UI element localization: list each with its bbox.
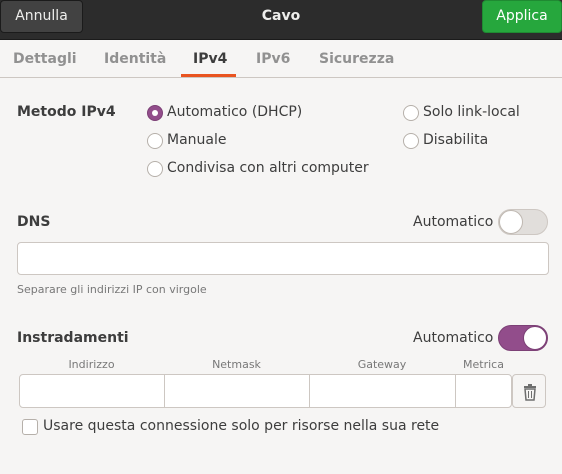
only-local-checkbox[interactable]	[22, 419, 38, 435]
dns-input[interactable]	[17, 242, 549, 275]
column-header-netmask: Netmask	[212, 358, 261, 371]
radio-link-local[interactable]	[403, 105, 419, 121]
active-tab-indicator	[181, 74, 236, 77]
radio-shared[interactable]	[147, 161, 163, 177]
route-metric-input[interactable]	[455, 374, 512, 408]
dns-label: DNS	[17, 214, 51, 230]
radio-manual-label[interactable]: Manuale	[167, 132, 227, 148]
delete-route-button[interactable]	[512, 374, 546, 408]
radio-disable[interactable]	[403, 133, 419, 149]
dns-auto-switch[interactable]	[498, 209, 548, 235]
ipv4-method-label: Metodo IPv4	[17, 104, 116, 120]
dialog-title: Cavo	[261, 8, 301, 24]
radio-automatic-dhcp-label[interactable]: Automatico (DHCP)	[167, 104, 302, 120]
dns-hint: Separare gli indirizzi IP con virgole	[17, 283, 207, 296]
route-gateway-input[interactable]	[309, 374, 456, 408]
routes-label: Instradamenti	[17, 330, 129, 346]
routes-auto-label: Automatico	[413, 330, 494, 346]
tab-identita[interactable]: Identità	[104, 40, 166, 78]
trash-icon	[524, 384, 536, 401]
switch-knob	[523, 326, 547, 350]
tab-sicurezza[interactable]: Sicurezza	[319, 40, 394, 78]
routes-auto-switch[interactable]	[498, 325, 548, 351]
radio-disable-label[interactable]: Disabilita	[423, 132, 488, 148]
cancel-button[interactable]: Annulla	[0, 0, 83, 33]
column-header-address: Indirizzo	[68, 358, 115, 371]
apply-button[interactable]: Applica	[482, 0, 562, 33]
tab-ipv4[interactable]: IPv4	[193, 40, 227, 78]
radio-manual[interactable]	[147, 133, 163, 149]
header-bar: Annulla Cavo Applica	[0, 0, 562, 40]
radio-link-local-label[interactable]: Solo link-local	[423, 104, 520, 120]
only-local-label[interactable]: Usare questa connessione solo per risors…	[43, 418, 439, 434]
tab-ipv6[interactable]: IPv6	[256, 40, 290, 78]
column-header-metric: Metrica	[463, 358, 504, 371]
dns-auto-label: Automatico	[413, 214, 494, 230]
route-address-input[interactable]	[19, 374, 165, 408]
column-header-gateway: Gateway	[357, 358, 407, 371]
radio-shared-label[interactable]: Condivisa con altri computer	[167, 160, 369, 176]
tab-bar: Dettagli Identità IPv4 IPv6 Sicurezza	[0, 40, 562, 78]
tab-dettagli[interactable]: Dettagli	[13, 40, 77, 78]
radio-automatic-dhcp[interactable]	[147, 105, 163, 121]
route-netmask-input[interactable]	[164, 374, 310, 408]
switch-knob	[499, 210, 523, 234]
